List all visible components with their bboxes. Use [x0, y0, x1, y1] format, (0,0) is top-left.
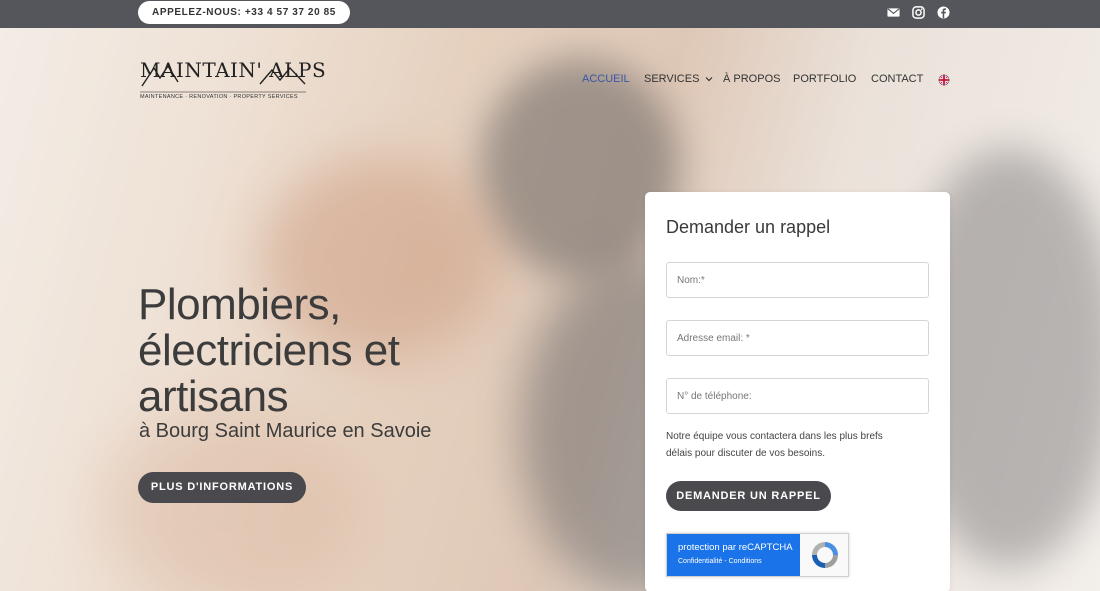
recaptcha-icon — [812, 542, 838, 568]
name-field-wrapper — [666, 262, 929, 298]
phone-field[interactable] — [667, 379, 928, 413]
recaptcha-badge[interactable]: protection par reCAPTCHA Confidentialité… — [666, 533, 849, 577]
call-us-button[interactable]: APPELEZ-NOUS: +33 4 57 37 20 85 — [138, 1, 350, 24]
form-title: Demander un rappel — [666, 217, 831, 237]
recaptcha-panel: protection par reCAPTCHA Confidentialité… — [667, 534, 800, 576]
nav-item-contact[interactable]: CONTACT — [871, 73, 923, 85]
request-callback-button[interactable]: DEMANDER UN RAPPEL — [666, 481, 831, 511]
phone-field-wrapper — [666, 378, 929, 414]
logo-wordmark: MAINTAIN' ALPS — [140, 58, 327, 82]
hero-subtitle: à Bourg Saint Maurice en Savoie — [139, 420, 432, 442]
nav-item-accueil[interactable]: ACCUEIL — [582, 73, 630, 85]
nav-item-portfolio[interactable]: PORTFOLIO — [793, 73, 856, 85]
nav-item-services-label: SERVICES — [644, 73, 700, 85]
name-field[interactable] — [667, 263, 928, 297]
chevron-down-icon — [705, 77, 712, 82]
more-info-button[interactable]: PLUS D'INFORMATIONS — [138, 472, 306, 503]
hero-title: Plombiers, électriciens et artisans — [138, 280, 400, 421]
recaptcha-links[interactable]: Confidentialité - Conditions — [678, 558, 762, 565]
logo-tagline: MAINTENANCE · RENOVATION · PROPERTY SERV… — [140, 94, 298, 100]
recaptcha-title: protection par reCAPTCHA — [678, 542, 793, 553]
email-field[interactable] — [667, 321, 928, 355]
nav-item-a-propos[interactable]: À PROPOS — [723, 73, 780, 85]
nav-item-services[interactable]: SERVICES — [644, 73, 713, 85]
top-bar: APPELEZ-NOUS: +33 4 57 37 20 85 — [0, 0, 1100, 28]
facebook-icon[interactable] — [937, 6, 950, 19]
uk-flag-icon[interactable] — [938, 74, 950, 86]
form-note: Notre équipe vous contactera dans les pl… — [666, 431, 883, 459]
mail-icon[interactable] — [887, 6, 900, 19]
email-field-wrapper — [666, 320, 929, 356]
instagram-icon[interactable] — [912, 6, 925, 19]
callback-form-card: Demander un rappel Notre équipe vous con… — [645, 192, 950, 591]
